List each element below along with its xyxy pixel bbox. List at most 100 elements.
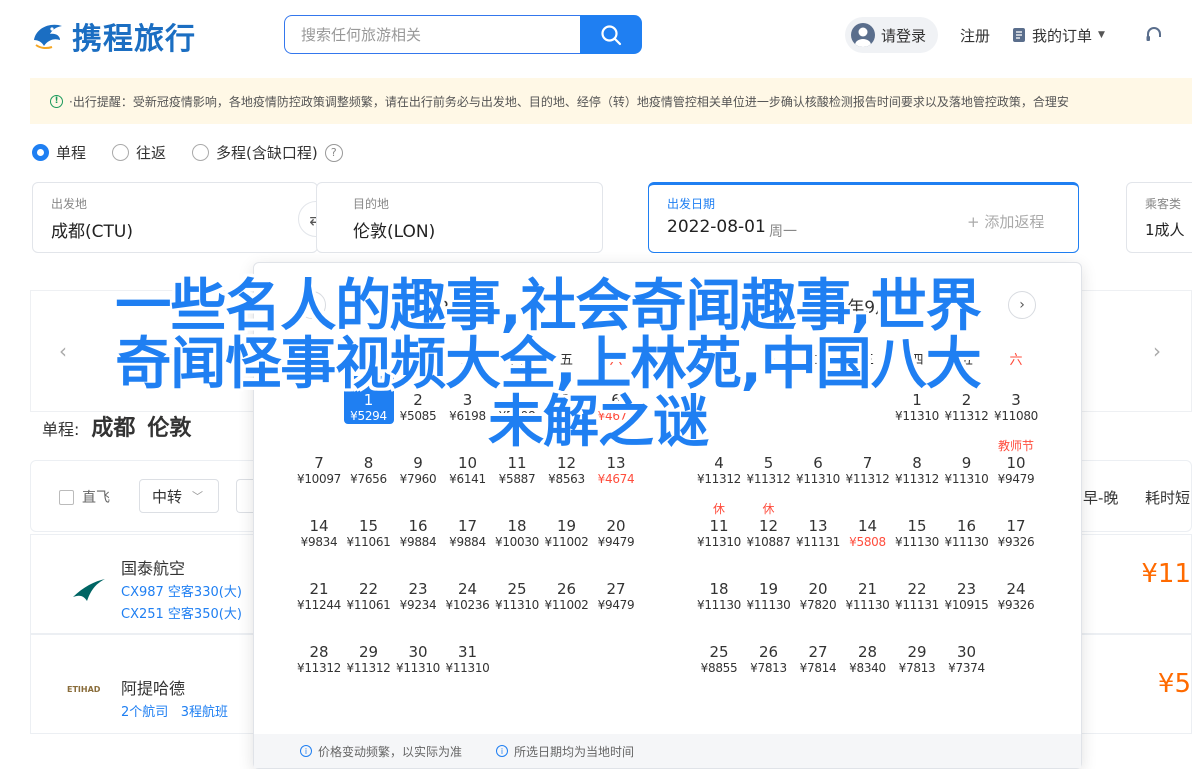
calendar-day[interactable]: 7 ¥10097 <box>294 439 344 487</box>
calendar-day[interactable]: 23 ¥10915 <box>942 565 992 613</box>
calendar-day[interactable]: 29 ¥7813 <box>892 628 942 676</box>
day-number: 12 <box>758 517 779 535</box>
trip-type-oneway[interactable]: 单程 <box>32 142 86 163</box>
ctrip-logo[interactable]: 携程旅行 <box>30 14 196 58</box>
calendar-day[interactable]: 24 ¥10236 <box>443 565 493 613</box>
flight-info[interactable]: CX987 空客330(大) <box>121 581 242 600</box>
sort-duration[interactable]: 耗时短 <box>1145 487 1190 508</box>
calendar-day[interactable]: 1 ¥11310 <box>892 376 942 424</box>
calendar-day[interactable]: 21 ¥11130 <box>843 565 893 613</box>
calendar-day[interactable]: 31 ¥11310 <box>443 628 493 676</box>
calendar-day[interactable]: 8 ¥11312 <box>892 439 942 487</box>
calendar-day[interactable]: 30 ¥11310 <box>393 628 443 676</box>
calendar-day[interactable]: 4 ¥11312 <box>694 439 744 487</box>
calendar-day[interactable]: 14 ¥5808 <box>843 502 893 550</box>
info-icon: i <box>496 745 509 757</box>
sort-morning-evening[interactable]: 早-晚 <box>1083 487 1118 508</box>
day-number: 9 <box>961 454 972 472</box>
calendar-day[interactable]: 27 ¥9479 <box>591 565 641 613</box>
calendar-day[interactable]: 22 ¥11061 <box>344 565 394 613</box>
calendar-day[interactable]: 3 ¥11080 <box>991 376 1041 424</box>
calendar-day[interactable]: 21 ¥11244 <box>294 565 344 613</box>
calendar-day[interactable]: 19 ¥11002 <box>542 502 592 550</box>
calendar-day[interactable]: 3 ¥6198 <box>443 376 493 424</box>
day-number: 14 <box>309 517 329 535</box>
calendar-day[interactable]: 9 ¥11310 <box>942 439 992 487</box>
calendar-day[interactable]: 20 ¥7820 <box>793 565 843 613</box>
calendar-day[interactable]: 24 ¥9326 <box>991 565 1041 613</box>
calendar-day[interactable]: 2 ¥11312 <box>942 376 992 424</box>
search-button[interactable] <box>580 15 642 54</box>
register-link[interactable]: 注册 <box>960 25 990 46</box>
transfer-dropdown[interactable]: 中转 ﹀ <box>139 479 219 513</box>
calendar-day[interactable]: 休 11 ¥11310 <box>694 502 744 550</box>
holiday-label <box>744 628 794 643</box>
calendar-day[interactable]: 4 ¥5098 <box>492 376 542 424</box>
calendar-day[interactable]: 10 ¥6141 <box>443 439 493 487</box>
calendar-day[interactable]: 18 ¥11130 <box>694 565 744 613</box>
prev-month-button[interactable]: ‹ <box>298 291 326 319</box>
calendar-day[interactable]: 11 ¥5887 <box>492 439 542 487</box>
calendar-day[interactable]: 休 12 ¥10887 <box>744 502 794 550</box>
arrival-field[interactable]: 目的地 伦敦(LON) <box>316 182 603 253</box>
day-number: 30 <box>956 643 977 661</box>
calendar-day[interactable]: 30 ¥7374 <box>942 628 992 676</box>
day-number: 27 <box>808 643 828 661</box>
calendar-day[interactable]: 6 ¥11310 <box>793 439 843 487</box>
next-month-button[interactable]: › <box>1008 291 1036 319</box>
calendar-day[interactable]: 5 ¥11312 <box>744 439 794 487</box>
calendar-day[interactable]: 26 ¥11002 <box>542 565 592 613</box>
calendar-day[interactable]: 25 ¥11310 <box>492 565 542 613</box>
calendar-day[interactable]: 28 ¥11312 <box>294 628 344 676</box>
calendar-day[interactable]: 20 ¥9479 <box>591 502 641 550</box>
strip-next-icon[interactable]: › <box>1153 339 1161 363</box>
add-return-button[interactable]: + 添加返程 <box>967 211 1044 232</box>
calendar-day[interactable]: 14 ¥9834 <box>294 502 344 550</box>
notice-text: ·出行提醒：受新冠疫情影响，各地疫情防控政策调整频繁，请在出行前务必与出发地、目… <box>69 94 1069 109</box>
flight-info[interactable]: 2个航司 3程航班 <box>121 701 228 720</box>
departure-field[interactable]: 出发地 成都(CTU) <box>32 182 318 253</box>
calendar-day[interactable]: 6 ¥4674 <box>591 376 641 424</box>
holiday-label <box>492 439 542 454</box>
my-orders-link[interactable]: 我的订单 ▼ <box>1012 25 1105 46</box>
question-help-icon[interactable]: ? <box>324 143 343 162</box>
calendar-day[interactable]: 28 ¥8340 <box>843 628 893 676</box>
calendar-day[interactable]: 9 ¥7960 <box>393 439 443 487</box>
headset-icon[interactable] <box>1145 26 1163 44</box>
calendar-day[interactable]: 16 ¥11130 <box>942 502 992 550</box>
calendar-day[interactable]: 26 ¥7813 <box>744 628 794 676</box>
search-input[interactable]: 搜索任何旅游相关 <box>284 15 580 54</box>
trip-type-roundtrip[interactable]: 往返 <box>112 142 166 163</box>
calendar-day[interactable]: 18 ¥10030 <box>492 502 542 550</box>
calendar-day[interactable]: 17 ¥9326 <box>991 502 1041 550</box>
calendar-day[interactable]: 5 ¥8553 <box>542 376 592 424</box>
calendar-day[interactable]: 22 ¥11131 <box>892 565 942 613</box>
calendar-day[interactable]: 25 ¥8855 <box>694 628 744 676</box>
calendar-day[interactable]: 12 ¥8563 <box>542 439 592 487</box>
calendar-day[interactable]: 19 ¥11130 <box>744 565 794 613</box>
passenger-field[interactable]: 乘客类 1成人 <box>1126 182 1192 253</box>
calendar-day[interactable]: 8 ¥7656 <box>344 439 394 487</box>
calendar-day[interactable]: 7 ¥11312 <box>843 439 893 487</box>
calendar-day[interactable]: 15 ¥11130 <box>892 502 942 550</box>
direct-only-checkbox[interactable]: 直飞 <box>59 487 110 507</box>
calendar-day[interactable]: 17 ¥9884 <box>443 502 493 550</box>
departure-date-field[interactable]: 出发日期 2022-08-01 周一 + 添加返程 <box>648 182 1079 253</box>
flight-info[interactable]: CX251 空客350(大) <box>121 603 242 622</box>
calendar-day[interactable]: 16 ¥9884 <box>393 502 443 550</box>
travel-notice-bar: ! ·出行提醒：受新冠疫情影响，各地疫情防控政策调整频繁，请在出行前务必与出发地… <box>30 78 1192 124</box>
calendar-day[interactable]: 27 ¥7814 <box>793 628 843 676</box>
holiday-label <box>542 376 592 391</box>
login-button[interactable]: 请登录 <box>845 17 939 53</box>
strip-prev-icon[interactable]: ‹ <box>59 339 67 363</box>
login-label: 请登录 <box>881 26 927 45</box>
calendar-day[interactable]: 13 ¥11131 <box>793 502 843 550</box>
calendar-day[interactable]: 29 ¥11312 <box>344 628 394 676</box>
calendar-day[interactable]: 1 ¥5294 <box>343 376 394 424</box>
calendar-day[interactable]: 23 ¥9234 <box>393 565 443 613</box>
calendar-day[interactable]: 15 ¥11061 <box>344 502 394 550</box>
calendar-day[interactable]: 13 ¥4674 <box>591 439 641 487</box>
trip-type-multicity[interactable]: 多程(含缺口程) ? <box>192 142 343 163</box>
calendar-day[interactable]: 教师节 10 ¥9479 <box>991 439 1041 487</box>
calendar-day[interactable]: 2 ¥5085 <box>393 376 443 424</box>
